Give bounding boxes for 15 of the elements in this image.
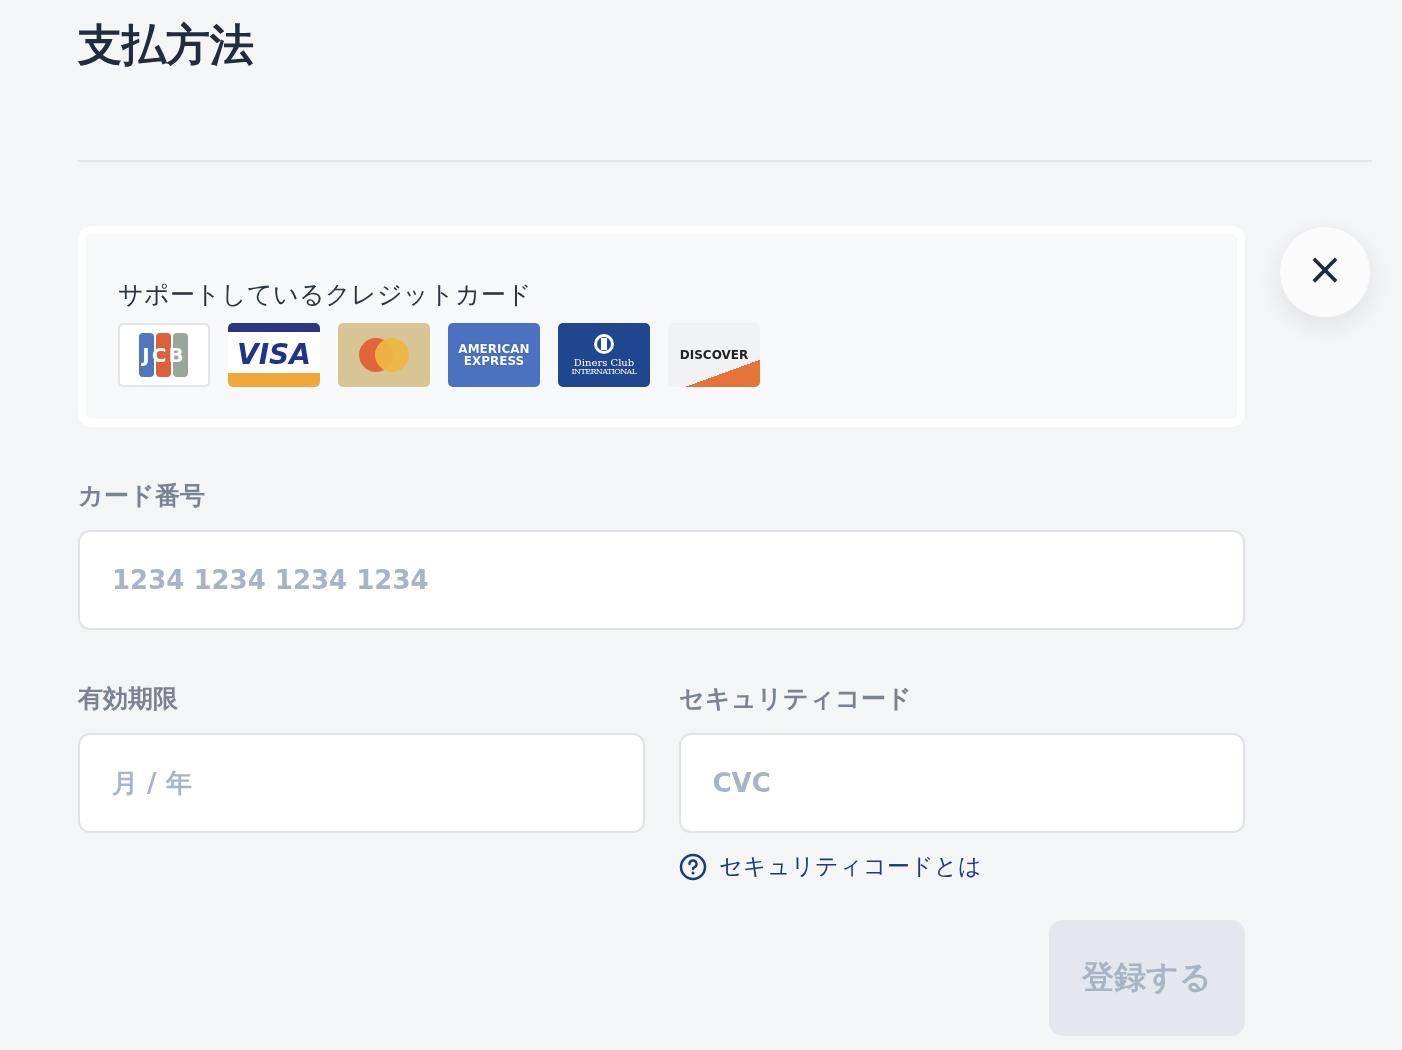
cvc-field[interactable]: CVC: [678, 733, 1245, 833]
card-number-field[interactable]: 1234 1234 1234 1234: [78, 530, 1245, 630]
amex-logo: AMERICAN EXPRESS: [448, 323, 540, 387]
field-label: カード番号: [78, 480, 206, 512]
help-icon: [678, 852, 707, 881]
visa-logo: VISA: [228, 323, 320, 387]
supported-cards-heading: サポートしているクレジットカード: [118, 279, 533, 311]
diners-logo: Diners Club INTERNATIONAL: [558, 323, 650, 387]
page-title: 支払方法: [78, 18, 255, 72]
discover-logo: DISCOVER: [668, 323, 760, 387]
expiry-field[interactable]: 月 / 年: [78, 733, 645, 833]
field-label: 有効期限: [78, 683, 179, 715]
field-label: セキュリティコード: [678, 683, 913, 715]
close-button[interactable]: ×: [1279, 226, 1371, 318]
security-code-help-link[interactable]: セキュリティコードとは: [678, 851, 1245, 882]
